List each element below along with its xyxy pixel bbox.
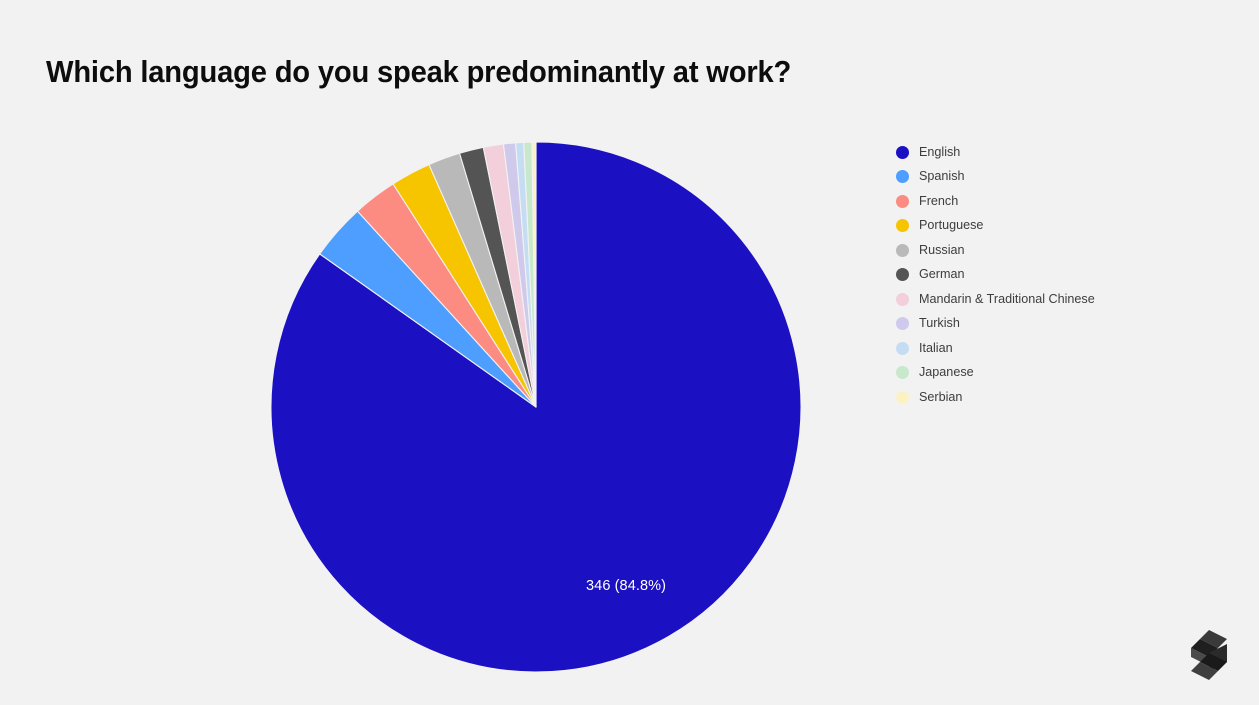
legend-swatch-icon (896, 145, 909, 159)
legend-swatch-icon (896, 243, 909, 257)
legend-item-label: Mandarin & Traditional Chinese (919, 291, 1095, 306)
legend-item-label: Turkish (919, 316, 960, 331)
legend-swatch-icon (896, 170, 909, 184)
legend-swatch-icon (896, 317, 909, 331)
legend-item[interactable]: Portuguese (896, 214, 1226, 239)
pie-data-label-english: 346 (84.8%) (586, 578, 667, 594)
legend-item-label: Portuguese (919, 218, 984, 233)
legend-swatch-icon (896, 219, 909, 233)
legend-item-label: Japanese (919, 365, 974, 380)
faceted-s-logo (1191, 630, 1227, 680)
legend-item-label: Spanish (919, 169, 965, 184)
legend-item-label: Italian (919, 340, 953, 355)
legend-item[interactable]: English (896, 140, 1226, 165)
legend-item-label: French (919, 193, 959, 208)
legend-item[interactable]: French (896, 189, 1226, 214)
chart-legend: English Spanish French Portuguese Russian Ger… (896, 140, 1226, 410)
legend-item[interactable]: Serbian (896, 385, 1226, 410)
legend-item[interactable]: Turkish (896, 312, 1226, 337)
pie-chart-svg (270, 141, 802, 673)
legend-item-label: Russian (919, 242, 965, 257)
legend-item-label: English (919, 144, 961, 159)
pie-chart: 346 (84.8%) (0, 0, 880, 705)
legend-swatch-icon (896, 390, 909, 404)
legend-item[interactable]: Mandarin & Traditional Chinese (896, 287, 1226, 312)
legend-item-label: German (919, 267, 965, 282)
pie-slice-group (270, 141, 802, 673)
legend-swatch-icon (896, 292, 909, 306)
legend-item[interactable]: Russian (896, 238, 1226, 263)
legend-item[interactable]: Italian (896, 336, 1226, 361)
legend-item[interactable]: Spanish (896, 165, 1226, 190)
legend-item[interactable]: German (896, 263, 1226, 288)
legend-swatch-icon (896, 268, 909, 282)
legend-swatch-icon (896, 341, 909, 355)
slide-canvas: Which language do you speak predominantl… (0, 0, 1259, 705)
legend-swatch-icon (896, 366, 909, 380)
legend-item[interactable]: Japanese (896, 361, 1226, 386)
legend-swatch-icon (896, 194, 909, 208)
legend-item-label: Serbian (919, 389, 963, 404)
